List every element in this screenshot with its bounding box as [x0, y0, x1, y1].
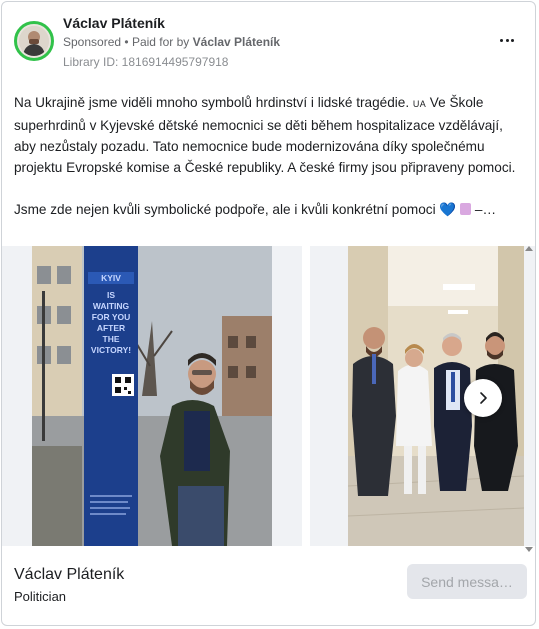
poster-line: AFTER: [97, 323, 125, 333]
carousel-slide-2[interactable]: [310, 246, 535, 546]
more-options-icon[interactable]: [495, 32, 519, 48]
ad-header: Václav Pláteník Sponsored • Paid for by …: [2, 2, 535, 78]
scroll-up-arrow-icon[interactable]: [525, 246, 533, 251]
chevron-right-icon: [480, 392, 487, 404]
send-message-button[interactable]: Send messa…: [407, 564, 527, 599]
book-icon: [460, 203, 472, 215]
poster-line: VICTORY!: [91, 345, 131, 355]
carousel-slide-1[interactable]: KYIV IS WAITING FOR YOU AFTER THE VICTOR…: [2, 246, 302, 546]
blue-heart-icon: 💙: [439, 202, 457, 217]
separator-dot: •: [124, 35, 129, 49]
sponsored-line: Sponsored • Paid for by Václav Pláteník: [63, 35, 280, 49]
poster-line: KYIV: [101, 273, 121, 283]
paid-for-label: Paid for by: [131, 35, 190, 49]
image-carousel[interactable]: KYIV IS WAITING FOR YOU AFTER THE VICTOR…: [2, 246, 535, 546]
poster-line: FOR YOU: [92, 312, 131, 322]
library-id: Library ID: 1816914495797918: [63, 55, 229, 69]
scroll-down-arrow-icon[interactable]: [525, 547, 533, 552]
page-name[interactable]: Václav Pláteník: [63, 15, 165, 31]
body-paragraph-2: Jsme zde nejen kvůli symbolické podpoře,…: [14, 202, 497, 217]
body-paragraph-1: Na Ukrajině jsme viděli mnoho symbolů hr…: [14, 95, 516, 175]
poster-line: WAITING: [93, 301, 130, 311]
footer-category: Politician: [14, 589, 67, 604]
ukraine-flag-icon: UA: [412, 99, 427, 109]
avatar[interactable]: [14, 21, 54, 61]
paid-for-name: Václav Pláteník: [192, 35, 281, 49]
ad-card: Václav Pláteník Sponsored • Paid for by …: [1, 1, 536, 626]
photo-kyiv-poster: KYIV IS WAITING FOR YOU AFTER THE VICTOR…: [32, 246, 272, 546]
poster-line: IS: [107, 290, 115, 300]
footer-page-name[interactable]: Václav Pláteník: [14, 566, 124, 584]
carousel-next-button[interactable]: [464, 379, 502, 417]
sponsored-label: Sponsored: [63, 35, 122, 49]
poster-line: THE: [103, 334, 120, 344]
ad-body-text: Na Ukrajině jsme viděli mnoho symbolů hr…: [14, 92, 526, 220]
